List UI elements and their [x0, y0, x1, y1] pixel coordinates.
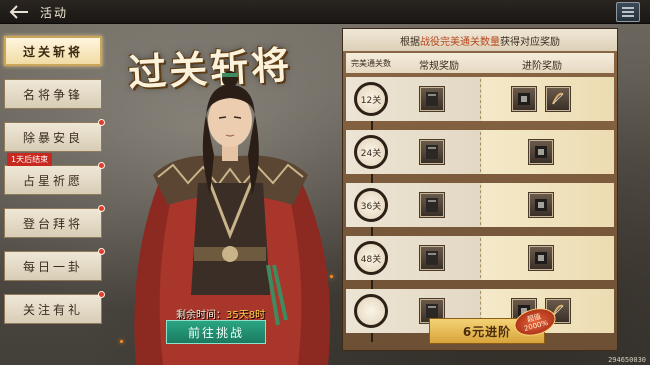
- item-scroll-icon[interactable]: [420, 87, 444, 111]
- item-bow-icon[interactable]: [546, 87, 570, 111]
- menu-icon[interactable]: [616, 2, 640, 22]
- item-scroll-icon[interactable]: [420, 140, 444, 164]
- col-level-header: 完美通关数: [351, 59, 391, 68]
- tab-guanzhu-youli[interactable]: 关注有礼: [4, 291, 105, 324]
- tab-mingjiang-zhengfeng[interactable]: 名将争锋: [4, 79, 102, 109]
- header-prefix: 根据: [400, 36, 420, 48]
- red-dot-icon: [98, 248, 105, 255]
- red-dot-icon: [98, 205, 105, 212]
- tab-meiri-yigua[interactable]: 每日一卦: [4, 248, 105, 281]
- header-highlight: 战役完美通关数量: [420, 36, 500, 48]
- panel-header: 根据 战役完美通关数量 获得对应奖励: [343, 29, 617, 51]
- level-badge: 24关: [354, 135, 388, 169]
- tab-dengtai-baijiang[interactable]: 登台拜将: [4, 205, 105, 238]
- item-book-icon[interactable]: [529, 246, 553, 270]
- tab-zhanxing-qiyuan[interactable]: 占星祈愿: [4, 162, 105, 195]
- red-dot-icon: [98, 162, 105, 169]
- tab-label: 过关斩将: [22, 44, 83, 59]
- back-arrow-icon[interactable]: [6, 2, 32, 22]
- row-divider: [480, 185, 481, 225]
- tab-guoguan-zhanjiang[interactable]: 过关斩将: [4, 36, 102, 66]
- tab-label: 除暴安良: [22, 130, 83, 145]
- build-id-label: 294650030: [608, 356, 646, 364]
- tab-chubao-anliang[interactable]: 除暴安良: [4, 119, 105, 152]
- tab-label: 每日一卦: [22, 259, 83, 274]
- red-dot-icon: [98, 291, 105, 298]
- tab-label: 名将争锋: [22, 87, 83, 102]
- remaining-time: 剩余时间：35天8时: [176, 306, 265, 321]
- tab-label: 登台拜将: [22, 216, 83, 231]
- level-badge: 36关: [354, 188, 388, 222]
- column-headers: 完美通关数 常规奖励 进阶奖励: [346, 53, 614, 73]
- row-divider: [480, 79, 481, 119]
- item-scroll-icon[interactable]: [420, 246, 444, 270]
- level-badge: [354, 294, 388, 328]
- reward-panel: 根据 战役完美通关数量 获得对应奖励 完美通关数 常规奖励 进阶奖励 12关 24关: [342, 28, 618, 351]
- header-suffix: 获得对应奖励: [500, 36, 560, 48]
- item-book-icon[interactable]: [529, 140, 553, 164]
- red-dot-icon: [98, 119, 105, 126]
- col-advanced-header: 进阶奖励: [522, 61, 562, 72]
- col-normal-header: 常规奖励: [419, 61, 459, 72]
- page-title: 活动: [40, 6, 69, 20]
- ends-soon-badge: 1天后结束: [7, 153, 53, 166]
- tab-label: 关注有礼: [22, 302, 83, 317]
- reward-row-list[interactable]: 12关 24关 36关 48关: [346, 77, 614, 342]
- level-badge: 12关: [354, 82, 388, 116]
- top-bar: 活动: [0, 0, 650, 24]
- tab-label: 占星祈愿: [22, 173, 83, 188]
- go-challenge-button[interactable]: 前往挑战: [166, 320, 266, 344]
- item-book-icon[interactable]: [512, 87, 536, 111]
- row-divider: [480, 238, 481, 278]
- level-badge: 48关: [354, 241, 388, 275]
- item-book-icon[interactable]: [529, 193, 553, 217]
- row-divider: [480, 132, 481, 172]
- item-scroll-icon[interactable]: [420, 193, 444, 217]
